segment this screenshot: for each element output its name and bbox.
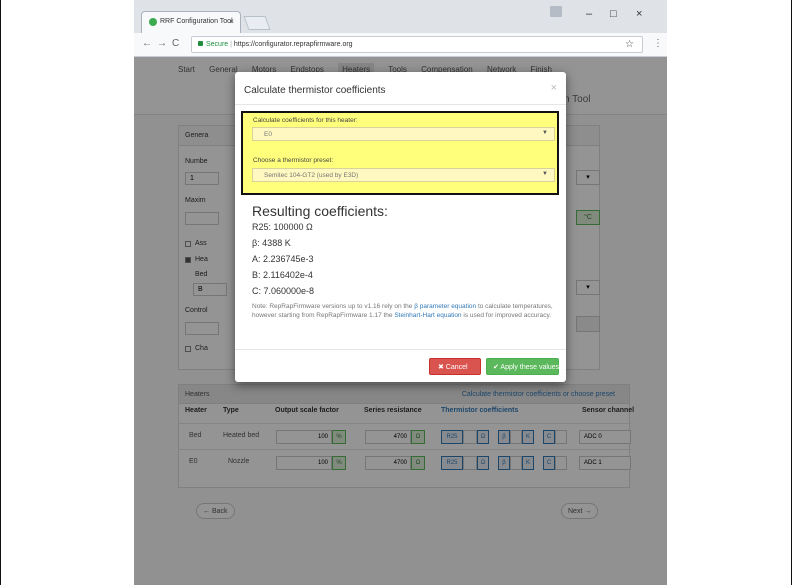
tab-close-icon[interactable]: × xyxy=(229,17,234,26)
heater-select-label: Calculate coefficients for this heater: xyxy=(253,117,358,124)
preset-select[interactable]: Semitec 104-GT2 (used by E3D) ▼ xyxy=(252,168,555,182)
note-start: Note: RepRapFirmware versions up to v1.1… xyxy=(252,303,415,310)
c-value: C: 7.060000e-8 xyxy=(252,286,315,296)
heater-select-value: E0 xyxy=(264,131,272,138)
favicon-icon xyxy=(149,18,157,26)
minimize-icon[interactable]: – xyxy=(586,8,592,20)
note-end: is used for improved accuracy. xyxy=(461,312,552,319)
modal-close-icon[interactable]: × xyxy=(551,82,557,94)
window-close-icon[interactable]: × xyxy=(636,8,642,20)
title-bar: RRF Configuration Tool × – □ × xyxy=(134,0,667,33)
steinhart-hart-link[interactable]: Steinhart-Hart equation xyxy=(394,312,461,319)
bookmark-star-icon[interactable]: ☆ xyxy=(625,39,634,50)
beta-equation-link[interactable]: β parameter equation xyxy=(414,303,476,310)
modal-divider xyxy=(235,104,566,105)
compat-note: Note: RepRapFirmware versions up to v1.1… xyxy=(252,302,553,320)
modal-footer-divider xyxy=(235,349,566,350)
results-title: Resulting coefficients: xyxy=(252,203,388,219)
address-bar[interactable]: Secure | https://configurator.reprapfirm… xyxy=(191,36,643,53)
reload-icon[interactable]: C xyxy=(172,38,179,49)
heater-select[interactable]: E0 ▼ xyxy=(252,127,555,141)
preset-select-value: Semitec 104-GT2 (used by E3D) xyxy=(264,172,359,179)
maximize-icon[interactable]: □ xyxy=(610,8,617,20)
caret-down-icon: ▼ xyxy=(542,130,548,136)
preset-select-label: Choose a thermistor preset: xyxy=(253,157,334,164)
apply-values-button[interactable]: ✔ Apply these values xyxy=(486,358,559,375)
highlight-box: Calculate coefficients for this heater: … xyxy=(241,111,559,195)
b-value: B: 2.116402e-4 xyxy=(252,270,313,280)
thermistor-modal: Calculate thermistor coefficients × Calc… xyxy=(235,72,566,382)
profile-icon[interactable] xyxy=(550,6,562,17)
caret-down-icon: ▼ xyxy=(542,171,548,177)
modal-title: Calculate thermistor coefficients xyxy=(244,85,386,96)
lock-icon xyxy=(198,41,203,46)
url-text: https://configurator.reprapfirmware.org xyxy=(233,41,353,48)
r25-value: R25: 100000 Ω xyxy=(252,222,313,232)
new-tab-button[interactable] xyxy=(243,16,271,30)
browser-toolbar: ← → C Secure | https://configurator.repr… xyxy=(134,33,667,57)
cancel-button[interactable]: ✖ Cancel xyxy=(429,358,481,375)
forward-arrow-icon[interactable]: → xyxy=(157,38,167,49)
back-arrow-icon[interactable]: ← xyxy=(142,38,152,49)
a-value: A: 2.236745e-3 xyxy=(252,254,314,264)
menu-dots-icon[interactable]: ⋮ xyxy=(653,38,663,49)
tab-title: RRF Configuration Tool xyxy=(160,18,233,25)
browser-window: RRF Configuration Tool × – □ × ← → C Sec… xyxy=(134,0,667,585)
browser-tab[interactable]: RRF Configuration Tool × xyxy=(141,11,241,33)
beta-value: β: 4388 K xyxy=(252,238,291,248)
secure-label: Secure xyxy=(206,41,229,48)
screenshot-frame: RRF Configuration Tool × – □ × ← → C Sec… xyxy=(0,0,792,585)
